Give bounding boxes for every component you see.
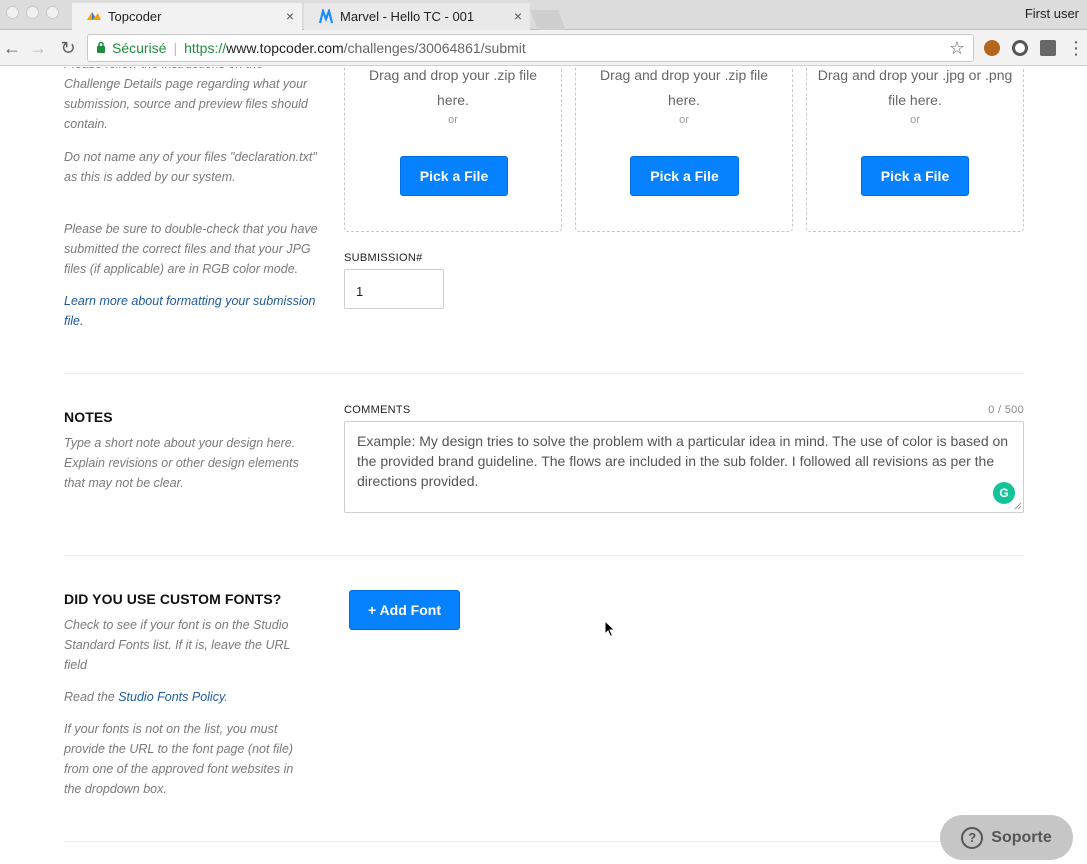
section-divider <box>64 555 1024 556</box>
fonts-policy-prefix: Read the <box>64 690 119 704</box>
dropzone-source[interactable]: Drag and drop your .zip file here. or Pi… <box>575 67 793 232</box>
tab-title: Marvel - Hello TC - 001 <box>340 9 475 24</box>
omnibox-separator: | <box>173 40 178 56</box>
marvel-favicon-icon <box>318 6 334 25</box>
tab-marvel[interactable]: Marvel - Hello TC - 001 × <box>304 3 530 30</box>
comments-textarea[interactable]: Example: My design tries to solve the pr… <box>344 421 1024 513</box>
resize-handle-icon[interactable] <box>1013 501 1022 510</box>
dropzone-submission[interactable]: Drag and drop your .zip file here. or Pi… <box>344 67 562 232</box>
comments-placeholder: Example: My design tries to solve the pr… <box>357 433 1009 489</box>
profile-name[interactable]: First user <box>1025 6 1079 21</box>
url-host: www.topcoder.com <box>226 40 344 56</box>
dropzone-text: Drag and drop your .zip file here. <box>368 67 538 108</box>
browser-toolbar: ← → ↻ Sécurisé | https:// www.topcoder.c… <box>0 30 1087 66</box>
extension-ghostery-icon[interactable] <box>1040 40 1056 56</box>
comments-label: COMMENTS <box>344 404 411 416</box>
chrome-menu-icon[interactable]: ⋮ <box>1066 38 1086 58</box>
formatting-help: Learn more about formatting your submiss… <box>64 291 319 331</box>
fonts-help-check: Check to see if your font is on the Stud… <box>64 618 291 672</box>
notes-help: Type a short note about your design here… <box>64 436 299 490</box>
pick-file-button-source[interactable]: Pick a File <box>630 156 739 196</box>
help-question-icon: ? <box>961 826 984 849</box>
dropzone-or: or <box>910 114 920 126</box>
fonts-help-policy: Read the Studio Fonts Policy. <box>64 687 319 707</box>
studio-fonts-policy-link[interactable]: Studio Fonts Policy <box>118 690 224 704</box>
secure-label: Sécurisé <box>112 40 167 56</box>
dropzone-text: Drag and drop your .jpg or .png file her… <box>817 67 1013 108</box>
fonts-help-url: If your fonts is not on the list, you mu… <box>64 722 294 796</box>
files-help-naming: Do not name any of your files "declarati… <box>64 150 317 184</box>
url-scheme: https:// <box>184 40 227 56</box>
support-label: Soporte <box>991 828 1052 846</box>
support-button[interactable]: ? Soporte <box>940 815 1073 860</box>
extension-target-icon[interactable] <box>1012 40 1028 56</box>
dropzone-text: Drag and drop your .zip file here. <box>599 67 769 108</box>
bookmark-star-icon[interactable]: ☆ <box>949 38 965 59</box>
window-zoom-button[interactable] <box>46 6 59 19</box>
back-arrow-icon[interactable]: ← <box>2 38 22 58</box>
dropzone-preview[interactable]: Drag and drop your .jpg or .png file her… <box>806 67 1024 232</box>
grammarly-icon[interactable]: G <box>993 482 1015 504</box>
notes-title: NOTES <box>64 409 113 425</box>
dropzone-or: or <box>448 114 458 126</box>
mouse-cursor-icon <box>604 620 616 638</box>
dropzone-or: or <box>679 114 689 126</box>
close-tab-icon[interactable]: × <box>514 8 522 24</box>
pick-file-button-submission[interactable]: Pick a File <box>400 156 508 196</box>
window-close-button[interactable] <box>6 6 19 19</box>
address-bar[interactable]: Sécurisé | https:// www.topcoder.com /ch… <box>87 34 974 62</box>
new-tab-button[interactable] <box>530 10 566 30</box>
forward-arrow-icon[interactable]: → <box>28 38 48 58</box>
pick-file-button-preview[interactable]: Pick a File <box>861 156 969 196</box>
submission-number-label: SUBMISSION# <box>344 252 423 264</box>
browser-tab-bar: Topcoder × Marvel - Hello TC - 001 × Fir… <box>0 0 1087 30</box>
tab-title: Topcoder <box>108 9 162 24</box>
extension-honey-icon[interactable] <box>984 40 1000 56</box>
files-help-instructions: Please follow the instructions on the Ch… <box>64 67 308 131</box>
add-font-button[interactable]: + Add Font <box>349 590 460 630</box>
section-divider <box>64 373 1024 374</box>
reload-icon[interactable]: ↻ <box>58 38 78 58</box>
tab-topcoder[interactable]: Topcoder × <box>72 3 302 30</box>
topcoder-favicon-icon <box>86 9 102 25</box>
url-path: /challenges/30064861/submit <box>343 40 526 56</box>
window-minimize-button[interactable] <box>26 6 39 19</box>
custom-fonts-title: DID YOU USE CUSTOM FONTS? <box>64 591 282 607</box>
comments-counter: 0 / 500 <box>988 404 1024 416</box>
section-divider <box>64 841 1024 842</box>
submission-number-input[interactable]: 1 <box>344 269 444 309</box>
close-tab-icon[interactable]: × <box>286 8 294 24</box>
submission-page: Please follow the instructions on the Ch… <box>0 67 1087 864</box>
files-help-check: Please be sure to double-check that you … <box>64 222 318 276</box>
fonts-policy-suffix: . <box>224 690 228 704</box>
formatting-help-link[interactable]: Learn more about formatting your submiss… <box>64 294 316 328</box>
lock-icon <box>96 40 106 56</box>
